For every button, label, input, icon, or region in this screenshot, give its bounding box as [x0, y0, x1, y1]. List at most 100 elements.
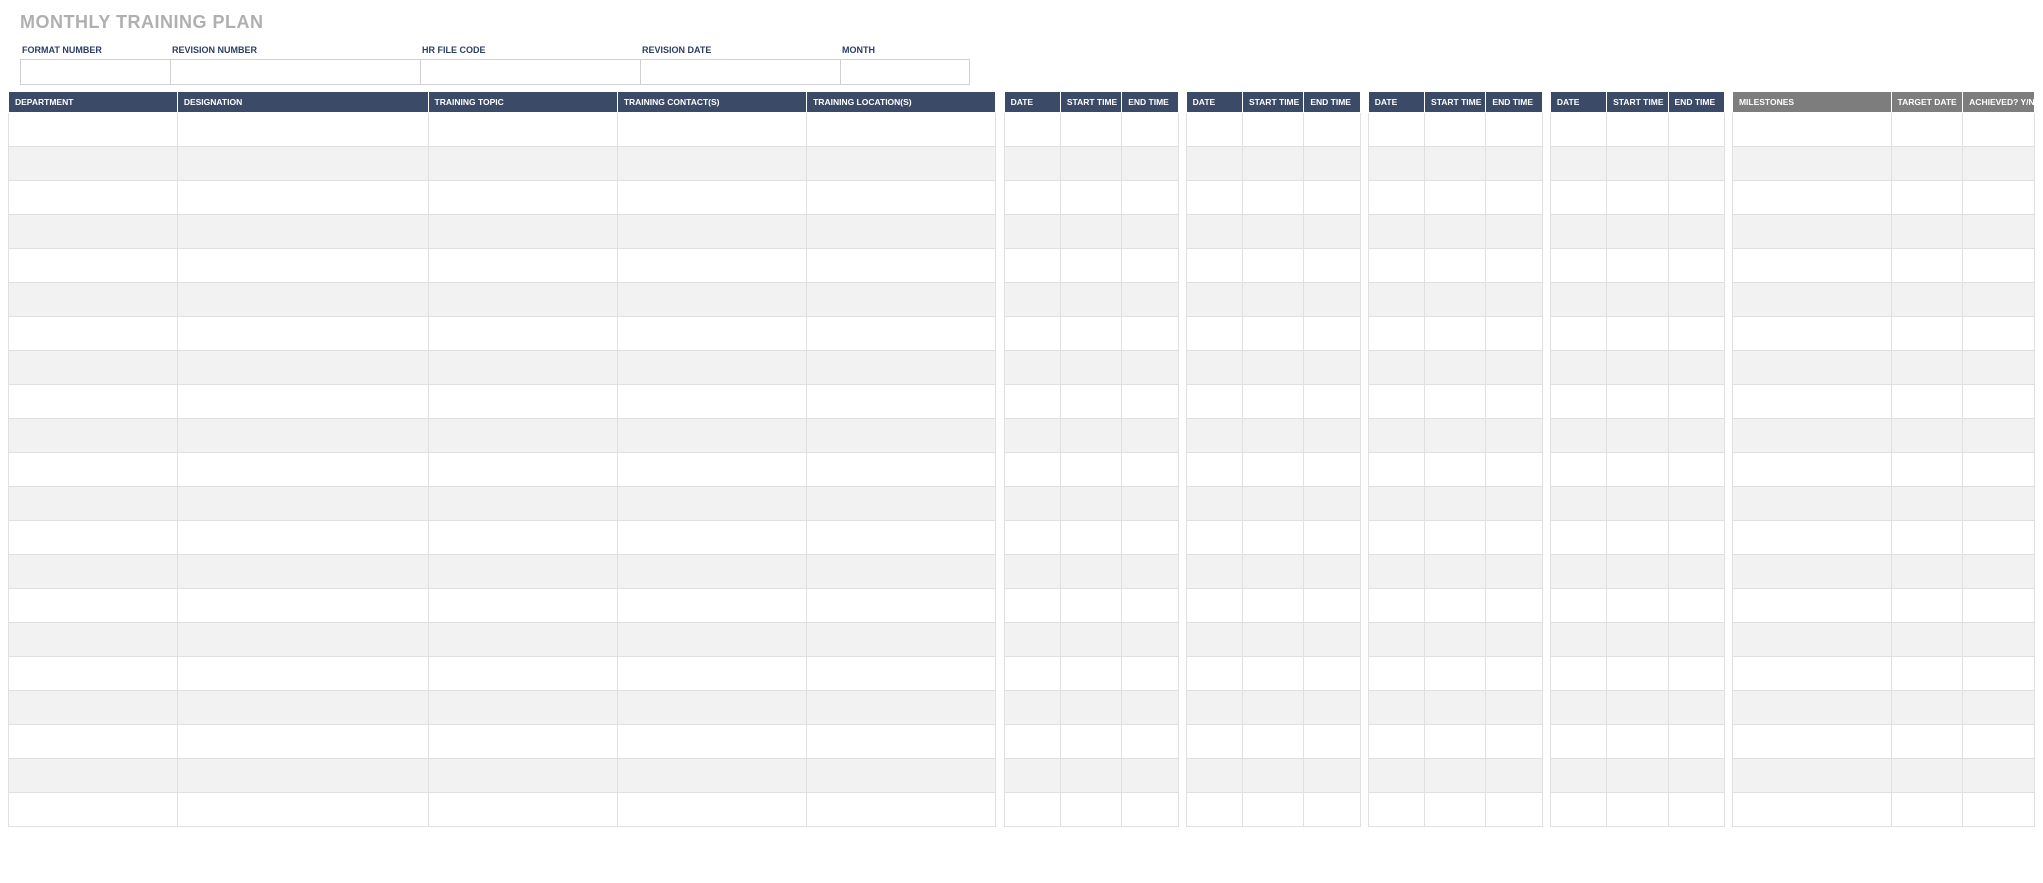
table-cell[interactable] — [1963, 385, 2035, 419]
table-cell[interactable] — [1425, 317, 1486, 351]
table-cell[interactable] — [1368, 589, 1424, 623]
table-cell[interactable] — [9, 487, 178, 521]
table-cell[interactable] — [1732, 113, 1891, 147]
table-cell[interactable] — [177, 521, 428, 555]
table-cell[interactable] — [1963, 453, 2035, 487]
table-cell[interactable] — [1186, 623, 1242, 657]
table-cell[interactable] — [9, 793, 178, 827]
table-cell[interactable] — [177, 725, 428, 759]
table-cell[interactable] — [1004, 419, 1060, 453]
table-cell[interactable] — [1004, 555, 1060, 589]
table-cell[interactable] — [428, 385, 617, 419]
table-cell[interactable] — [617, 351, 806, 385]
table-cell[interactable] — [807, 623, 996, 657]
table-cell[interactable] — [1550, 113, 1606, 147]
table-cell[interactable] — [1607, 759, 1668, 793]
table-cell[interactable] — [1368, 113, 1424, 147]
table-cell[interactable] — [1004, 623, 1060, 657]
table-cell[interactable] — [1550, 249, 1606, 283]
table-cell[interactable] — [1004, 657, 1060, 691]
table-cell[interactable] — [177, 215, 428, 249]
table-cell[interactable] — [1486, 657, 1542, 691]
table-cell[interactable] — [1732, 589, 1891, 623]
table-cell[interactable] — [617, 147, 806, 181]
table-cell[interactable] — [1891, 657, 1963, 691]
table-cell[interactable] — [1963, 623, 2035, 657]
table-cell[interactable] — [9, 725, 178, 759]
table-cell[interactable] — [1732, 283, 1891, 317]
table-cell[interactable] — [177, 623, 428, 657]
table-cell[interactable] — [9, 181, 178, 215]
table-cell[interactable] — [1122, 555, 1178, 589]
table-cell[interactable] — [1550, 487, 1606, 521]
table-cell[interactable] — [1668, 453, 1724, 487]
table-cell[interactable] — [428, 147, 617, 181]
table-cell[interactable] — [177, 793, 428, 827]
table-cell[interactable] — [1122, 725, 1178, 759]
table-cell[interactable] — [1607, 793, 1668, 827]
table-cell[interactable] — [1607, 555, 1668, 589]
table-cell[interactable] — [1186, 249, 1242, 283]
table-cell[interactable] — [1425, 793, 1486, 827]
table-cell[interactable] — [1368, 147, 1424, 181]
table-cell[interactable] — [1425, 419, 1486, 453]
table-cell[interactable] — [1668, 385, 1724, 419]
table-cell[interactable] — [428, 113, 617, 147]
table-cell[interactable] — [1368, 521, 1424, 555]
table-cell[interactable] — [1304, 453, 1360, 487]
table-cell[interactable] — [177, 351, 428, 385]
table-cell[interactable] — [1668, 623, 1724, 657]
table-cell[interactable] — [428, 691, 617, 725]
table-cell[interactable] — [1550, 419, 1606, 453]
table-cell[interactable] — [1368, 487, 1424, 521]
table-cell[interactable] — [1891, 147, 1963, 181]
table-cell[interactable] — [1242, 385, 1303, 419]
table-cell[interactable] — [1368, 181, 1424, 215]
table-cell[interactable] — [177, 113, 428, 147]
table-cell[interactable] — [177, 385, 428, 419]
table-cell[interactable] — [1550, 691, 1606, 725]
table-cell[interactable] — [1242, 487, 1303, 521]
table-cell[interactable] — [1060, 215, 1121, 249]
table-cell[interactable] — [1425, 555, 1486, 589]
table-cell[interactable] — [428, 215, 617, 249]
table-cell[interactable] — [617, 181, 806, 215]
table-cell[interactable] — [1004, 453, 1060, 487]
table-cell[interactable] — [1607, 147, 1668, 181]
table-cell[interactable] — [9, 419, 178, 453]
table-cell[interactable] — [9, 589, 178, 623]
table-cell[interactable] — [1242, 521, 1303, 555]
table-cell[interactable] — [1304, 487, 1360, 521]
table-cell[interactable] — [1668, 351, 1724, 385]
table-cell[interactable] — [1732, 657, 1891, 691]
table-cell[interactable] — [1242, 317, 1303, 351]
table-cell[interactable] — [1732, 691, 1891, 725]
table-cell[interactable] — [1122, 249, 1178, 283]
table-cell[interactable] — [177, 657, 428, 691]
table-cell[interactable] — [1425, 691, 1486, 725]
table-cell[interactable] — [807, 181, 996, 215]
table-cell[interactable] — [1425, 453, 1486, 487]
table-cell[interactable] — [1668, 317, 1724, 351]
table-cell[interactable] — [617, 487, 806, 521]
table-cell[interactable] — [807, 147, 996, 181]
table-cell[interactable] — [1242, 249, 1303, 283]
table-cell[interactable] — [807, 215, 996, 249]
table-cell[interactable] — [9, 555, 178, 589]
table-cell[interactable] — [1186, 419, 1242, 453]
table-cell[interactable] — [1607, 453, 1668, 487]
table-cell[interactable] — [1668, 521, 1724, 555]
table-cell[interactable] — [1486, 453, 1542, 487]
table-cell[interactable] — [1732, 249, 1891, 283]
table-cell[interactable] — [1891, 589, 1963, 623]
table-cell[interactable] — [1486, 351, 1542, 385]
table-cell[interactable] — [1891, 283, 1963, 317]
table-cell[interactable] — [1550, 283, 1606, 317]
table-cell[interactable] — [1891, 759, 1963, 793]
table-cell[interactable] — [1122, 215, 1178, 249]
table-cell[interactable] — [1186, 521, 1242, 555]
table-cell[interactable] — [1486, 691, 1542, 725]
table-cell[interactable] — [1186, 215, 1242, 249]
table-cell[interactable] — [1891, 555, 1963, 589]
table-cell[interactable] — [1486, 623, 1542, 657]
